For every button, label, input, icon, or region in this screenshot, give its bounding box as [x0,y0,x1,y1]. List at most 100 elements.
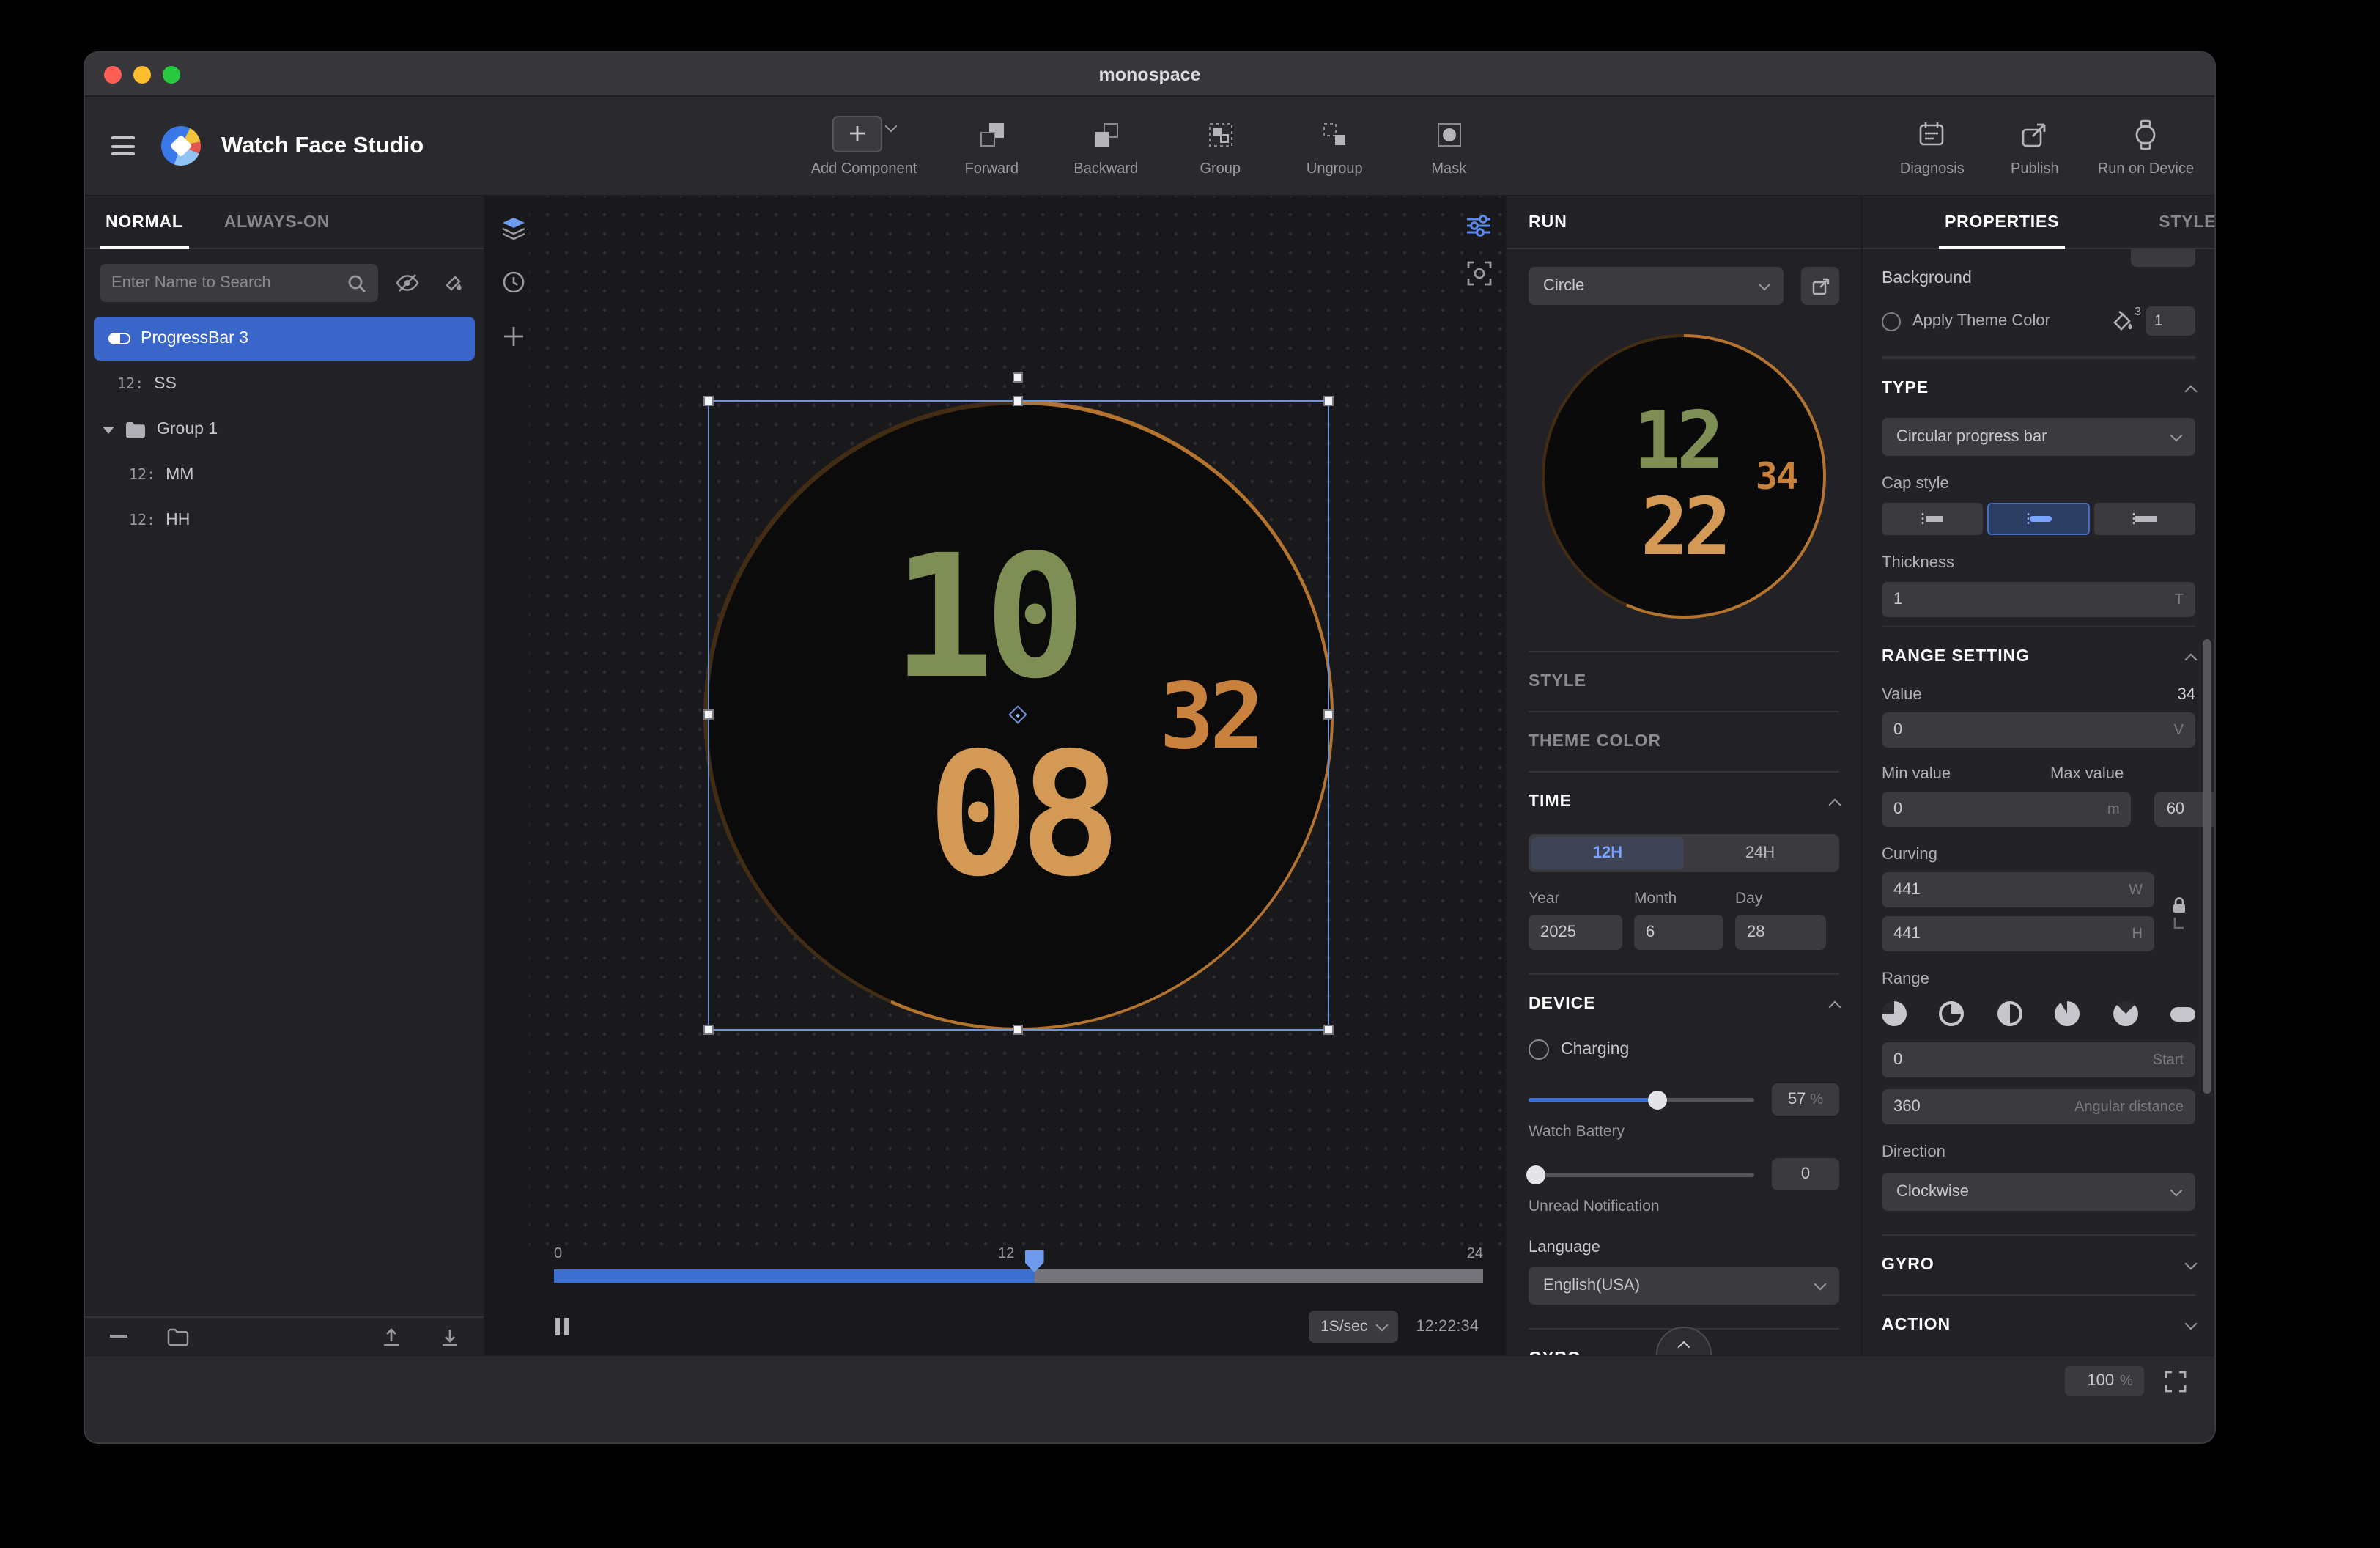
layer-row-group[interactable]: Group 1 [94,408,475,452]
range-preset-gauge-icon[interactable] [2113,1001,2137,1026]
year-input[interactable] [1540,924,1611,941]
time-format-24h[interactable]: 24H [1684,837,1836,869]
mask-button[interactable]: Mask [1409,115,1488,177]
battery-value-box[interactable]: 57 % [1772,1083,1839,1116]
remove-layer-icon[interactable] [103,1320,135,1352]
resize-handle-w[interactable] [703,710,714,720]
hide-layers-icon[interactable] [391,267,424,299]
resize-handle-s[interactable] [1013,1025,1023,1035]
cap-round-button[interactable] [1988,503,2090,535]
month-input[interactable] [1646,924,1712,941]
minimize-window-button[interactable] [133,65,151,83]
cap-square-button[interactable] [2093,503,2195,535]
cap-butt-button[interactable] [1882,503,1984,535]
history-clock-icon[interactable] [497,265,529,298]
lock-ratio-icon[interactable] [2170,895,2188,914]
open-preview-window-button[interactable] [1801,267,1839,305]
layer-row-progressbar[interactable]: ProgressBar 3 [94,317,475,361]
resize-handle-nw[interactable] [703,396,714,406]
publish-button[interactable]: Publish [1995,115,2074,177]
notification-value-box[interactable]: 0 [1772,1158,1839,1190]
search-input[interactable] [111,274,347,292]
add-guide-icon[interactable] [497,320,529,352]
section-type[interactable]: TYPE [1882,358,2195,418]
section-style[interactable]: STYLE [1529,651,1839,711]
selection-box[interactable] [708,400,1329,1031]
range-preset-wedge-icon[interactable] [1940,1001,1965,1026]
angular-distance-input[interactable] [1893,1098,2069,1116]
direction-select[interactable]: Clockwise [1882,1173,2195,1211]
tab-style[interactable]: STYLE [2138,196,2214,248]
group-button[interactable]: Group [1180,115,1260,177]
diagnosis-button[interactable]: Diagnosis [1893,115,1972,177]
zoom-control[interactable]: % [2065,1366,2144,1396]
min-value-input[interactable] [1893,800,2102,818]
run-settings-icon[interactable] [1463,210,1495,242]
layer-row-ss[interactable]: 12: SS [94,362,475,406]
progress-type-select[interactable]: Circular progress bar [1882,418,2195,456]
search-box[interactable] [100,264,378,302]
resize-handle-ne[interactable] [1323,396,1334,406]
pivot-anchor[interactable] [1008,705,1027,723]
battery-slider-knob[interactable] [1648,1090,1667,1109]
resize-handle-n[interactable] [1013,396,1023,406]
charging-check-icon[interactable] [1529,1039,1549,1060]
export-layer-icon[interactable] [375,1320,407,1352]
close-window-button[interactable] [104,65,122,83]
range-preset-half-icon[interactable] [1998,1001,2022,1026]
language-select[interactable]: English(USA) [1529,1267,1839,1305]
charging-checkbox[interactable]: Charging [1529,1039,1839,1060]
section-action[interactable]: ACTION [1882,1294,2195,1354]
day-input[interactable] [1747,924,1814,941]
notification-slider[interactable] [1529,1172,1754,1176]
rotate-handle[interactable] [1013,372,1023,383]
theme-palette-icon[interactable] [437,267,469,299]
fit-to-screen-icon[interactable] [2159,1366,2191,1396]
backward-button[interactable]: Backward [1066,115,1145,177]
resize-handle-sw[interactable] [703,1025,714,1035]
battery-slider[interactable] [1529,1097,1754,1102]
add-component-button[interactable]: Add Component [811,115,917,177]
section-device[interactable]: DEVICE [1529,973,1839,1033]
start-angle-input[interactable] [1893,1051,2147,1069]
section-range-setting[interactable]: RANGE SETTING [1882,626,2195,686]
layer-row-hh[interactable]: 12: HH [94,498,475,542]
expand-triangle-icon[interactable] [103,426,114,433]
curving-height-input[interactable] [1893,925,2126,943]
apply-theme-radio[interactable] [1882,312,1901,331]
zoom-input[interactable] [2076,1372,2114,1390]
timeline-track[interactable] [554,1269,1483,1283]
resize-handle-se[interactable] [1323,1025,1334,1035]
new-folder-icon[interactable] [161,1320,193,1352]
background-opacity-input[interactable] [2154,312,2187,330]
pause-icon[interactable] [555,1318,569,1335]
layer-row-mm[interactable]: 12: MM [94,453,475,497]
playback-speed-select[interactable]: 1S/sec [1309,1311,1398,1343]
resize-handle-e[interactable] [1323,710,1334,720]
section-theme-color[interactable]: THEME COLOR [1529,711,1839,771]
tab-properties[interactable]: PROPERTIES [1924,196,2080,248]
import-layer-icon[interactable] [434,1320,466,1352]
properties-scrollbar[interactable] [2203,639,2211,1094]
ungroup-button[interactable]: Ungroup [1295,115,1374,177]
time-format-12h[interactable]: 12H [1531,837,1684,869]
range-preset-bar-icon[interactable] [2170,1007,2195,1022]
canvas[interactable]: 10 08 32 [485,196,1505,1354]
curving-width-input[interactable] [1893,881,2123,899]
section-gyro-props[interactable]: GYRO [1882,1234,2195,1294]
value-input[interactable] [1893,721,2168,739]
section-time[interactable]: TIME [1529,771,1839,831]
thickness-input[interactable] [1893,591,2169,608]
fullscreen-window-button[interactable] [163,65,180,83]
paint-bucket-icon[interactable]: 3 [2112,311,2134,331]
preview-device-select[interactable]: Circle [1529,267,1784,305]
range-preset-quarter-icon[interactable] [1882,1001,1907,1026]
menu-icon[interactable] [106,130,141,161]
fit-preview-icon[interactable] [1463,257,1495,289]
range-preset-most-icon[interactable] [2055,1001,2080,1026]
forward-button[interactable]: Forward [952,115,1031,177]
tab-always-on[interactable]: ALWAYS-ON [204,196,350,248]
notification-slider-knob[interactable] [1526,1165,1545,1184]
layers-stack-icon[interactable] [497,211,529,243]
run-on-device-button[interactable]: Run on Device [2098,115,2194,177]
